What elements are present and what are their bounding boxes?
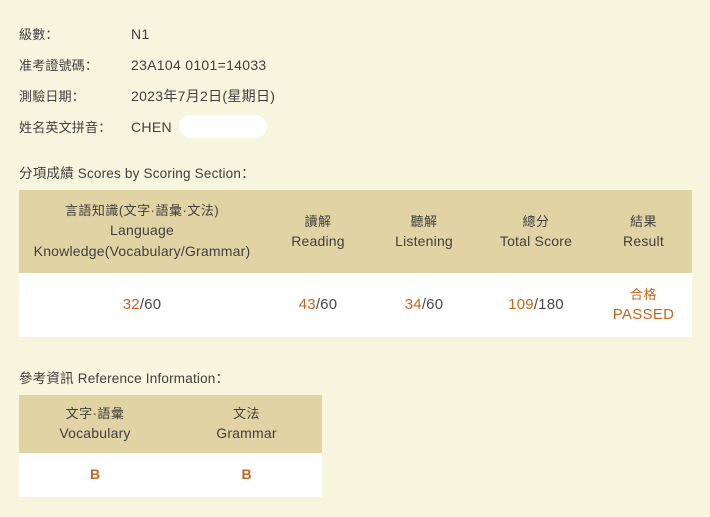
column-header-total-score: 總分 Total Score [477, 190, 595, 273]
reference-cell-grammar: B [171, 453, 322, 497]
score-denominator-listening: /60 [421, 296, 444, 313]
score-cell-reading: 43/60 [265, 273, 371, 337]
info-value-exam-number: 23A104 0101=14033 [131, 56, 267, 73]
score-numerator-reading: 43 [298, 296, 316, 313]
scores-section-caption: 分項成績 Scores by Scoring Section： [19, 166, 255, 181]
column-header-reading-en: Reading [291, 232, 345, 249]
reference-table: 文字·語彙 Vocabulary 文法 Grammar B B [19, 395, 322, 497]
info-row-level: 級數： N1 [19, 18, 439, 49]
score-value-listening: 34/60 [405, 296, 444, 313]
info-row-exam-number: 准考證號碼： 23A104 0101=14033 [19, 49, 439, 80]
name-redaction-box [178, 115, 267, 138]
score-denominator-total-score: /180 [533, 296, 564, 313]
score-cell-language-knowledge: 32/60 [19, 273, 265, 337]
column-header-reading-cn: 讀解 [304, 213, 332, 229]
column-header-vocabulary-en: Vocabulary [59, 425, 131, 441]
info-label-exam-number: 准考證號碼： [19, 58, 99, 73]
column-header-vocabulary: 文字·語彙 Vocabulary [19, 395, 171, 453]
column-header-language-knowledge: 言語知識(文字·語彙·文法) Language Knowledge(Vocabu… [19, 190, 265, 273]
column-header-language-knowledge-cn: 言語知識(文字·語彙·文法) [64, 203, 220, 218]
reference-grade-vocabulary: B [89, 466, 101, 482]
column-header-listening: 聽解 Listening [371, 190, 477, 273]
column-header-result: 結果 Result [595, 190, 692, 273]
result-status-en: PASSED [612, 306, 675, 323]
score-denominator-reading: /60 [315, 296, 338, 313]
column-header-listening-en: Listening [395, 232, 453, 249]
score-value-reading: 43/60 [299, 296, 338, 313]
info-row-name-romanized: 姓名英文拼音： CHEN [19, 111, 439, 142]
info-label-name-romanized: 姓名英文拼音： [19, 120, 112, 135]
column-header-total-score-en: Total Score [499, 232, 573, 249]
info-row-exam-date: 測驗日期： 2023年7月2日(星期日) [19, 80, 439, 111]
column-header-grammar: 文法 Grammar [171, 395, 322, 453]
column-header-language-knowledge-en-line2: Knowledge(Vocabulary/Grammar) [33, 243, 251, 259]
scores-table-header-row: 言語知識(文字·語彙·文法) Language Knowledge(Vocabu… [19, 190, 692, 273]
reference-table-header-row: 文字·語彙 Vocabulary 文法 Grammar [19, 395, 322, 453]
reference-section-caption: 參考資訊 Reference Information： [19, 371, 230, 386]
column-header-listening-cn: 聽解 [410, 213, 438, 229]
score-value-language-knowledge: 32/60 [123, 296, 162, 313]
scores-table: 言語知識(文字·語彙·文法) Language Knowledge(Vocabu… [19, 190, 692, 337]
info-value-name-romanized: CHEN [131, 115, 267, 138]
score-numerator-listening: 34 [404, 296, 422, 313]
column-header-total-score-cn: 總分 [522, 213, 550, 229]
info-value-level: N1 [131, 25, 150, 42]
column-header-result-cn: 結果 [629, 213, 657, 229]
name-surname-text: CHEN [131, 118, 172, 135]
info-value-exam-date: 2023年7月2日(星期日) [131, 87, 276, 104]
candidate-info-block: 級數： N1 准考證號碼： 23A104 0101=14033 測驗日期： 20… [19, 18, 439, 142]
reference-cell-vocabulary: B [19, 453, 171, 497]
info-label-level: 級數： [19, 27, 59, 42]
score-cell-listening: 34/60 [371, 273, 477, 337]
score-cell-result: 合格 PASSED [595, 273, 692, 337]
score-value-total-score: 109/180 [508, 296, 564, 313]
reference-grade-grammar: B [241, 466, 252, 482]
column-header-grammar-en: Grammar [216, 425, 277, 441]
column-header-language-knowledge-en-line1: Language [110, 222, 174, 238]
score-numerator-language-knowledge: 32 [122, 296, 140, 313]
score-cell-total-score: 109/180 [477, 273, 595, 337]
column-header-vocabulary-cn: 文字·語彙 [65, 406, 125, 421]
info-label-exam-date: 測驗日期： [19, 89, 86, 104]
score-denominator-language-knowledge: /60 [139, 296, 162, 313]
column-header-reading: 讀解 Reading [265, 190, 371, 273]
score-numerator-total-score: 109 [508, 296, 534, 313]
column-header-grammar-cn: 文法 [232, 406, 260, 421]
result-status-cn: 合格 [629, 287, 657, 302]
column-header-result-en: Result [623, 232, 664, 249]
reference-table-value-row: B B [19, 453, 322, 497]
scores-table-value-row: 32/60 43/60 34/60 109/180 合格 PASSED [19, 273, 692, 337]
